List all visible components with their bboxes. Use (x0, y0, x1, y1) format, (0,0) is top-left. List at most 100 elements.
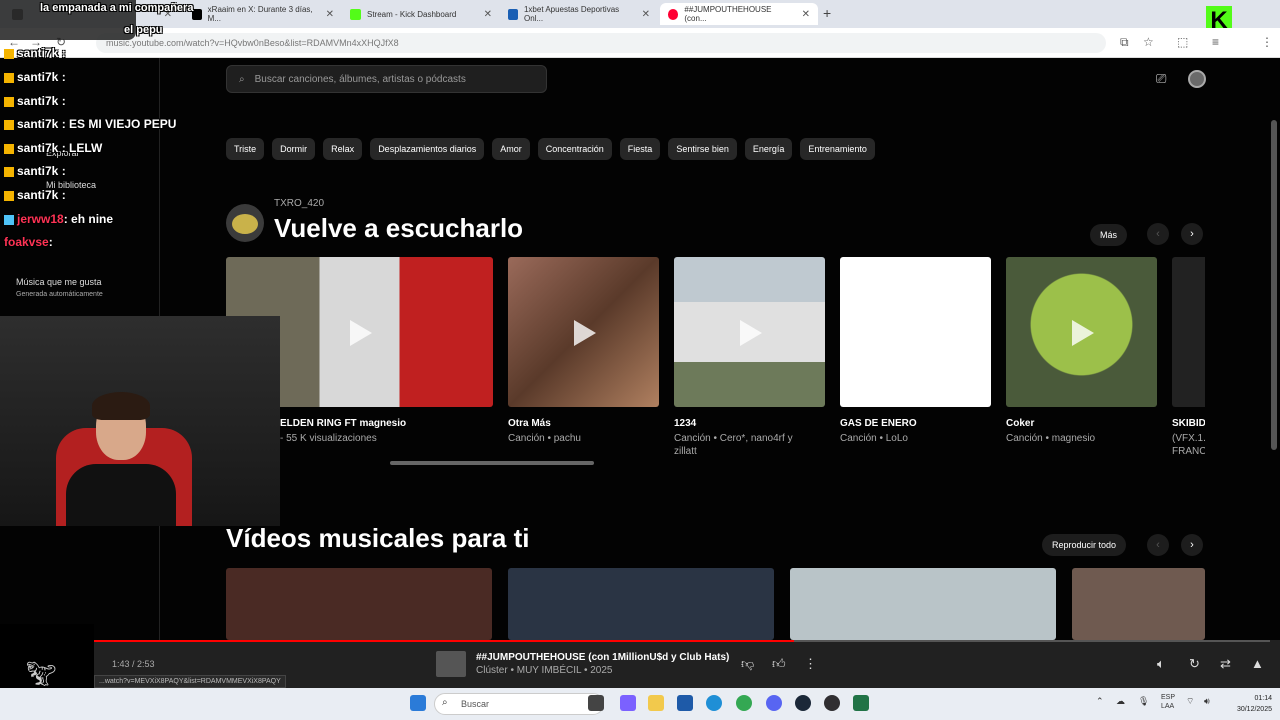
volume-icon[interactable]: 🔈︎ (1157, 656, 1165, 672)
file-explorer-icon[interactable] (648, 695, 664, 711)
chip-triste[interactable]: Triste (226, 138, 265, 160)
now-playing-title[interactable]: ##JUMPOUTHEHOUSE (con 1MillionU$d y Club… (476, 652, 729, 663)
extensions-icon[interactable]: ⬚ (1177, 35, 1188, 49)
card-skibid[interactable]: SKIBID (VFX.1... FRANC (1172, 257, 1205, 467)
now-playing-thumbnail[interactable] (436, 651, 466, 677)
video-thumbnail[interactable] (508, 568, 774, 640)
chip-entrenamiento[interactable]: Entrenamiento (800, 138, 875, 160)
chip-concentracion[interactable]: Concentración (537, 138, 612, 160)
windows-start-icon[interactable] (410, 695, 426, 711)
sidebar-item-library[interactable]: Mi biblioteca (46, 180, 96, 190)
new-tab-icon[interactable]: + (823, 5, 831, 21)
play-icon[interactable] (739, 320, 762, 346)
expand-player-icon[interactable]: ▲ (1251, 656, 1264, 671)
status-bar-url: ...watch?v=MEVXiX8PAQY&list=RDAMVMMEVXiX… (94, 675, 286, 688)
card-title[interactable]: Otra Más (508, 418, 551, 429)
playlist-liked-music[interactable]: Música que me gusta (16, 277, 102, 287)
search-bar[interactable]: ⌕ Buscar canciones, álbumes, artistas o … (226, 65, 547, 93)
carousel-prev-icon[interactable]: ‹ (1147, 534, 1169, 556)
card-thumbnail[interactable] (674, 257, 825, 407)
carousel-prev-icon[interactable]: ‹ (1147, 223, 1169, 245)
task-view-icon[interactable] (588, 695, 604, 711)
card-title[interactable]: 1234 (674, 418, 696, 429)
edge-icon[interactable] (706, 695, 722, 711)
store-icon[interactable] (677, 695, 693, 711)
dino-icon: 🦖︎ (26, 661, 57, 688)
carousel-next-icon[interactable]: › (1181, 223, 1203, 245)
play-icon[interactable] (1071, 320, 1094, 346)
section-user-name: TXRO_420 (274, 198, 325, 209)
play-all-button[interactable]: Reproducir todo (1042, 534, 1127, 556)
browser-tab[interactable]: Stream - Kick Dashboard ✕ (342, 3, 500, 25)
search-input[interactable]: Buscar canciones, álbumes, artistas o pó… (255, 74, 466, 85)
account-avatar[interactable] (1188, 70, 1206, 88)
now-playing-subtitle[interactable]: Clúster • MUY IMBÉCIL • 2025 (476, 665, 613, 676)
close-tab-icon[interactable]: ✕ (484, 9, 492, 20)
more-options-icon[interactable]: ⋮ (804, 656, 817, 672)
card-thumbnail[interactable] (1172, 257, 1205, 407)
browser-menu-icon[interactable]: ⋮ (1261, 35, 1273, 49)
chip-relax[interactable]: Relax (323, 138, 363, 160)
excel-icon[interactable] (853, 695, 869, 711)
wifi-icon[interactable]: ⌔ (1186, 696, 1194, 707)
chrome-icon[interactable] (736, 695, 752, 711)
bookmark-star-icon[interactable]: ☆ (1143, 35, 1154, 49)
video-thumbnail[interactable] (790, 568, 1056, 640)
chip-dormir[interactable]: Dormir (272, 138, 316, 160)
chip-fiesta[interactable]: Fiesta (619, 138, 661, 160)
cast-icon[interactable]: ⎚ (1156, 71, 1166, 87)
copilot-icon[interactable] (620, 695, 636, 711)
url-field[interactable]: music.youtube.com/watch?v=HQvbw0nBeso&li… (96, 33, 1106, 53)
play-icon[interactable] (573, 320, 596, 346)
obs-icon[interactable] (824, 695, 840, 711)
close-tab-icon[interactable]: ✕ (802, 9, 810, 20)
windows-taskbar (0, 688, 1280, 720)
browser-tab[interactable]: 1xbet Apuestas Deportivas Onl... ✕ (500, 3, 658, 25)
overlay-text: el pepu (124, 24, 163, 36)
page-scrollbar[interactable] (1271, 120, 1277, 450)
speaker-icon[interactable]: 🔊︎ (1204, 696, 1210, 707)
close-tab-icon[interactable]: ✕ (326, 9, 334, 20)
1xbet-favicon-icon (508, 8, 518, 20)
like-icon[interactable]: 👍︎ (772, 656, 786, 672)
card-title[interactable]: SKIBID (1172, 418, 1205, 429)
shuffle-icon[interactable]: ⇄ (1220, 656, 1231, 672)
sidebar-item-explore[interactable]: Explorar (46, 148, 80, 158)
install-icon[interactable]: ⧉ (1120, 35, 1129, 50)
card-thumbnail[interactable] (1006, 257, 1157, 407)
section-user-avatar (226, 204, 264, 242)
chip-sentirse-bien[interactable]: Sentirse bien (668, 138, 737, 160)
reading-list-icon[interactable]: ≡ (1212, 35, 1219, 49)
card-title[interactable]: GAS DE ENERO (840, 418, 917, 429)
card-title[interactable]: Coker (1006, 418, 1034, 429)
progress-bar[interactable] (94, 640, 1270, 642)
carousel-scrollbar[interactable] (390, 461, 594, 465)
video-thumbnail[interactable] (1072, 568, 1205, 640)
card-thumbnail[interactable] (508, 257, 659, 407)
video-thumbnail[interactable] (226, 568, 492, 640)
dislike-icon[interactable]: 👎︎ (741, 656, 754, 672)
card-title[interactable]: ELDEN RING FT magnesio (280, 418, 406, 429)
card-subtitle: Canción • magnesio (1006, 433, 1096, 444)
tray-mic-icon[interactable]: 🎙︎ (1138, 696, 1149, 707)
play-icon[interactable] (349, 320, 372, 346)
card-thumbnail[interactable] (840, 257, 991, 407)
section-title-listen-again: Vuelve a escucharlo (274, 213, 524, 243)
taskbar-clock[interactable]: 01:14 30/12/2025 (1222, 693, 1272, 715)
chip-amor[interactable]: Amor (492, 138, 530, 160)
close-tab-icon[interactable]: ✕ (642, 9, 650, 20)
taskbar-search[interactable]: Buscar (434, 693, 604, 715)
more-button[interactable]: Más (1090, 224, 1128, 246)
discord-icon[interactable] (766, 695, 782, 711)
chip-desplazamientos[interactable]: Desplazamientos diarios (370, 138, 485, 160)
carousel-next-icon[interactable]: › (1181, 534, 1203, 556)
tray-app-icon[interactable]: ☁ (1116, 696, 1125, 707)
repeat-icon[interactable]: ↻ (1189, 656, 1200, 672)
chip-energia[interactable]: Energía (744, 138, 793, 160)
tray-chevron-icon[interactable]: ⌃ (1096, 696, 1104, 707)
youtube-music-favicon-icon (668, 8, 679, 20)
language-indicator[interactable]: ESP LAA (1161, 693, 1175, 711)
browser-tab-active[interactable]: ##JUMPOUTHEHOUSE (con... ✕ (660, 3, 818, 25)
browser-tab[interactable]: xRaaim en X: Durante 3 días, M... ✕ (184, 3, 342, 25)
steam-icon[interactable] (795, 695, 811, 711)
